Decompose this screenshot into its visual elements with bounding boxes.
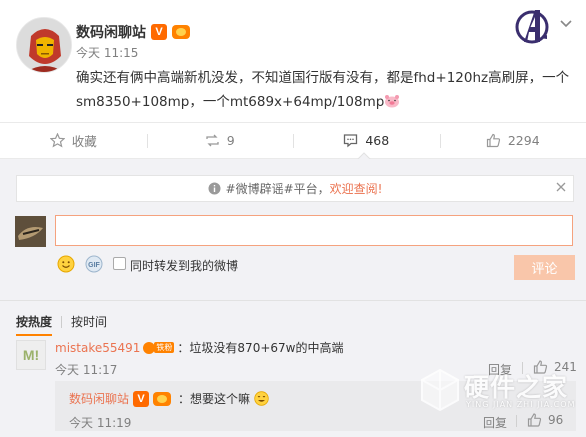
reply-button[interactable]: 回复: [488, 361, 512, 378]
user-avatar-image: [15, 216, 46, 247]
post-time[interactable]: 今天 11:15: [76, 44, 138, 61]
star-icon: [49, 133, 65, 148]
repost-checkbox[interactable]: [113, 257, 126, 270]
commenter-avatar[interactable]: M!: [16, 340, 46, 370]
favorite-label: 收藏: [71, 134, 97, 149]
notice-bar: #微博辟谣#平台， 欢迎查阅!: [16, 175, 574, 202]
commenter-name[interactable]: mistake55491: [55, 341, 140, 355]
member-badge-icon[interactable]: [153, 391, 172, 406]
thumbs-up-icon: [486, 133, 500, 148]
submit-comment-button[interactable]: 评论: [514, 255, 575, 280]
comment-time: 今天 11:17: [55, 363, 118, 377]
repost-checkbox-label[interactable]: 同时转发到我的微博: [130, 257, 238, 274]
notice-link[interactable]: 欢迎查阅!: [330, 180, 383, 197]
grin-emoji-icon: [254, 391, 269, 406]
separator: [516, 415, 517, 427]
chevron-down-icon[interactable]: [560, 20, 572, 28]
like-button[interactable]: 2294: [439, 123, 586, 158]
pig-emoji-icon: [385, 95, 400, 108]
fan-badge-text: 铁粉: [154, 342, 175, 353]
sort-by-time-tab[interactable]: 按时间: [71, 313, 107, 330]
member-badge-icon[interactable]: [172, 25, 190, 39]
action-bar: 收藏 9 468 2294: [0, 123, 586, 159]
comment-count: 468: [365, 133, 390, 148]
reply-button[interactable]: 回复: [483, 414, 507, 431]
reply-header: 数码闲聊站 V ：想要这个嘛: [69, 390, 269, 407]
sort-by-hot-tab[interactable]: 按热度: [16, 313, 52, 330]
separator: [522, 362, 523, 374]
comment-like-button[interactable]: 241: [533, 360, 577, 374]
comment-like-count: 241: [554, 360, 577, 374]
author-avatar[interactable]: [16, 17, 72, 73]
comment-header: mistake55491 铁粉 ：垃圾没有870+67w的中高端: [55, 339, 343, 356]
like-count: 2294: [507, 133, 540, 148]
sort-separator: [61, 315, 63, 328]
reply-like-count: 96: [548, 413, 564, 427]
sort-tabs: 按热度 按时间: [16, 313, 107, 330]
reply-text: ：想要这个嘛: [178, 392, 251, 406]
reply-like-button[interactable]: 96: [527, 413, 563, 427]
comment-input[interactable]: [55, 215, 573, 246]
fan-badge[interactable]: 铁粉: [143, 341, 175, 354]
info-icon: [208, 182, 221, 195]
divider: [0, 300, 586, 301]
repost-icon: [206, 134, 219, 147]
svg-text:GIF: GIF: [88, 262, 100, 269]
repost-count: 9: [226, 133, 235, 148]
active-sort-indicator: [16, 334, 52, 336]
current-user-avatar[interactable]: [15, 216, 46, 247]
iron-man-avatar-icon: [17, 18, 71, 72]
favorite-button[interactable]: 收藏: [0, 123, 147, 158]
verified-badge[interactable]: V: [151, 24, 167, 40]
notice-text: #微博辟谣#平台，: [225, 182, 330, 196]
comment-text: ：垃圾没有870+67w的中高端: [177, 341, 344, 355]
post-text: 确实还有俩中高端新机没发，不知道国行版有没有，都是fhd+120hz高刷屏，一个…: [76, 66, 576, 114]
smiley-icon[interactable]: [57, 255, 75, 273]
reply-author-name[interactable]: 数码闲聊站: [69, 390, 129, 407]
thumbs-up-icon: [533, 360, 548, 374]
repost-button[interactable]: 9: [146, 123, 294, 158]
post-text-body: 确实还有俩中高端新机没发，不知道国行版有没有，都是fhd+120hz高刷屏，一个…: [76, 70, 570, 110]
author-row: 数码闲聊站 V: [76, 22, 190, 42]
gif-icon[interactable]: GIF: [85, 255, 103, 273]
verified-badge[interactable]: V: [133, 390, 150, 407]
avengers-logo-icon: [515, 10, 549, 44]
thumbs-up-icon: [527, 413, 542, 427]
author-name[interactable]: 数码闲聊站: [76, 22, 146, 42]
close-icon[interactable]: [556, 182, 566, 192]
reply-time: 今天 11:19: [69, 416, 132, 430]
comment-icon: [344, 134, 358, 148]
